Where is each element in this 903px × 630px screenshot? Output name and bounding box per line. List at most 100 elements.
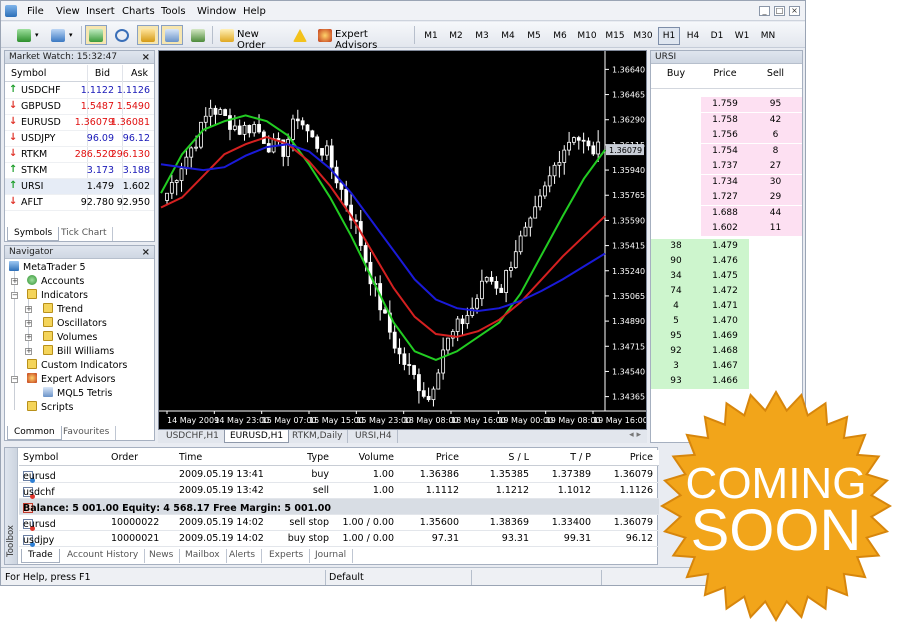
chart-tab-usdchf[interactable]: USDCHF,H1	[161, 430, 225, 443]
navigator-close-icon[interactable]: ×	[142, 246, 150, 259]
menu-window[interactable]: Window	[197, 6, 236, 17]
toolbox-tab-experts[interactable]: Experts	[263, 549, 311, 563]
timeframe-mn[interactable]: MN	[756, 27, 780, 45]
expand-oscillators-icon[interactable]: +	[25, 320, 32, 327]
tab-symbols[interactable]: Symbols	[7, 227, 60, 241]
strategy-tester-toggle[interactable]	[187, 25, 209, 45]
dom-bid-row[interactable]: 93 1.466	[651, 373, 802, 389]
timeframe-m4[interactable]: M4	[496, 27, 520, 45]
chart-tab-rtkm[interactable]: RTKM,Daily	[287, 430, 349, 443]
nav-metatrader5[interactable]: MetaTrader 5	[9, 261, 86, 274]
nav-expert-advisors[interactable]: Expert Advisors	[27, 373, 115, 386]
market-watch-row[interactable]: ↑ URSI 1.479 1.602	[5, 179, 154, 195]
timeframe-h4[interactable]: H4	[682, 27, 704, 45]
column-bid[interactable]: Bid	[95, 68, 110, 79]
dom-ask-row[interactable]: 1.754 8	[651, 143, 802, 159]
dom-ask-row[interactable]: 1.688 44	[651, 205, 802, 221]
maximize-icon[interactable]: □	[774, 6, 785, 16]
toolbox-tab-account-history[interactable]: Account History	[61, 549, 146, 563]
menu-tools[interactable]: Tools	[161, 6, 186, 17]
dom-ask-row[interactable]: 1.756 6	[651, 128, 802, 143]
nav-mql5-tetris[interactable]: MQL5 Tetris	[43, 387, 112, 400]
timeframe-m6[interactable]: M6	[548, 27, 572, 45]
dom-ask-row[interactable]: 1.759 95	[651, 97, 802, 112]
chart-tab-ursi[interactable]: URSI,H4	[350, 430, 398, 443]
timeframe-h1[interactable]: H1	[658, 27, 680, 45]
menu-view[interactable]: View	[56, 6, 80, 17]
collapse-indicators-icon[interactable]: −	[11, 292, 18, 299]
profiles-button[interactable]: ▾	[47, 25, 77, 45]
nav-oscillators[interactable]: Oscillators	[43, 317, 107, 330]
minimize-icon[interactable]: _	[759, 6, 770, 16]
timeframe-w1[interactable]: W1	[730, 27, 754, 45]
dom-ask-row[interactable]: 1.758 42	[651, 112, 802, 128]
market-watch-row[interactable]: ↓ EURUSD 1.36079 1.36081	[5, 115, 154, 131]
nav-bill-williams[interactable]: Bill Williams	[43, 345, 114, 358]
column-ask[interactable]: Ask	[131, 68, 148, 79]
dom-bid-row[interactable]: 92 1.468	[651, 343, 802, 359]
navigator-toggle[interactable]	[137, 25, 159, 45]
dom-bid-row[interactable]: 95 1.469	[651, 328, 802, 344]
dom-bid-row[interactable]: 4 1.471	[651, 298, 802, 314]
dom-ask-row[interactable]: 1.737 27	[651, 159, 802, 174]
collapse-expert-advisors-icon[interactable]: −	[11, 376, 18, 383]
tab-tick-chart[interactable]: Tick Chart	[55, 227, 114, 241]
trade-row[interactable]: usdchf 2009.05.19 13:42 sell 1.00 1.1112 1.12…	[19, 483, 659, 499]
dom-bid-row[interactable]: 74 1.472	[651, 283, 802, 299]
toolbox-tab-trade[interactable]: Trade	[21, 549, 60, 563]
nav-custom-indicators[interactable]: Custom Indicators	[27, 359, 127, 372]
column-symbol[interactable]: Symbol	[11, 68, 46, 79]
timeframe-d1[interactable]: D1	[706, 27, 728, 45]
timeframe-m10[interactable]: M10	[574, 27, 600, 45]
toolbox-tab-alerts[interactable]: Alerts	[223, 549, 263, 563]
chart-tabs-scroll-icon[interactable]: ◂ ▸	[629, 430, 641, 440]
trade-row[interactable]: eurusd 2009.05.19 13:41 buy 1.00 1.36386 1.35…	[19, 467, 659, 483]
timeframe-m30[interactable]: M30	[630, 27, 656, 45]
market-watch-row[interactable]: ↑ STKM 3.173 3.188	[5, 163, 154, 179]
timeframe-m3[interactable]: M3	[470, 27, 494, 45]
timeframe-m15[interactable]: M15	[602, 27, 628, 45]
dom-bid-row[interactable]: 3 1.467	[651, 358, 802, 374]
trade-row[interactable]: usdjpy 10000021 2009.05.19 14:02 buy stop 1.…	[19, 531, 659, 547]
price-chart[interactable]: 1.366401.364651.362901.361151.359401.357…	[158, 50, 648, 430]
dom-ask-row[interactable]: 1.602 11	[651, 221, 802, 236]
menu-charts[interactable]: Charts	[122, 6, 155, 17]
nav-trend[interactable]: Trend	[43, 303, 83, 316]
timeframe-m2[interactable]: M2	[444, 27, 468, 45]
expert-advisors-button[interactable]: Expert Advisors	[314, 25, 404, 51]
market-watch-toggle[interactable]	[85, 25, 107, 45]
chart-canvas[interactable]: 1.366401.364651.362901.361151.359401.357…	[159, 51, 648, 429]
status-profile[interactable]: Default	[329, 572, 364, 583]
timeframe-m1[interactable]: M1	[420, 27, 442, 45]
menu-help[interactable]: Help	[243, 6, 266, 17]
menu-file[interactable]: File	[27, 6, 44, 17]
dom-bid-row[interactable]: 90 1.476	[651, 253, 802, 269]
market-watch-row[interactable]: ↓ AFLT 92.780 92.950	[5, 195, 154, 211]
toolbox-tab-news[interactable]: News	[143, 549, 181, 563]
market-watch-row[interactable]: ↓ USDJPY 96.09 96.12	[5, 131, 154, 147]
toolbox-tab-mailbox[interactable]: Mailbox	[179, 549, 227, 563]
market-watch-row[interactable]: ↓ GBPUSD 1.5487 1.5490	[5, 99, 154, 115]
expand-trend-icon[interactable]: +	[25, 306, 32, 313]
alert-button[interactable]	[289, 25, 311, 45]
tab-common[interactable]: Common	[7, 426, 62, 440]
toolbox-toggle[interactable]	[161, 25, 183, 45]
expand-volumes-icon[interactable]: +	[25, 334, 32, 341]
dom-bid-row[interactable]: 5 1.470	[651, 313, 802, 329]
toolbox-tab-journal[interactable]: Journal	[309, 549, 354, 563]
timeframe-m5[interactable]: M5	[522, 27, 546, 45]
menu-insert[interactable]: Insert	[86, 6, 115, 17]
close-icon[interactable]: ×	[789, 6, 800, 16]
dom-bid-row[interactable]: 38 1.479	[651, 238, 802, 254]
market-watch-row[interactable]: ↑ USDCHF 1.1122 1.1126	[5, 83, 154, 99]
new-chart-button[interactable]: ▾	[13, 25, 43, 45]
expand-bill-williams-icon[interactable]: +	[25, 348, 32, 355]
nav-scripts[interactable]: Scripts	[27, 401, 74, 414]
new-order-button[interactable]: New Order	[216, 25, 284, 51]
dom-ask-row[interactable]: 1.727 29	[651, 190, 802, 205]
data-window-toggle[interactable]	[111, 25, 133, 45]
dom-ask-row[interactable]: 1.734 30	[651, 174, 802, 190]
nav-volumes[interactable]: Volumes	[43, 331, 97, 344]
chart-tab-eurusd[interactable]: EURUSD,H1	[224, 430, 290, 443]
trade-row[interactable]: eurusd 10000022 2009.05.19 14:02 sell stop 1…	[19, 515, 659, 531]
